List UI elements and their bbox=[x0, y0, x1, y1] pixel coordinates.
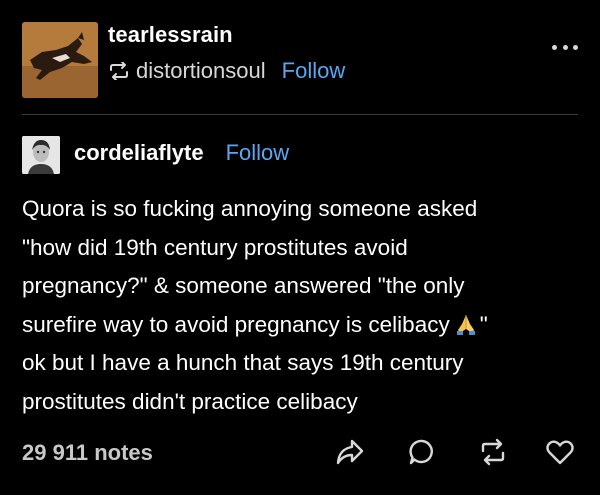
post-body-line: ok but I have a hunch that says 19th cen… bbox=[22, 350, 464, 375]
share-button[interactable] bbox=[330, 432, 370, 472]
author-name[interactable]: cordeliaflyte bbox=[74, 140, 204, 166]
reblog-source-name[interactable]: distortionsoul bbox=[136, 58, 266, 84]
post-body-line: Quora is so fucking annoying someone ask… bbox=[22, 196, 478, 221]
reply-button[interactable] bbox=[402, 432, 442, 472]
tumblr-post: tearlessrain distortionsoul Follow corde… bbox=[0, 0, 600, 495]
post-body-line: surefire way to avoid pregnancy is celib… bbox=[22, 311, 450, 337]
more-dots-icon bbox=[573, 44, 578, 50]
more-dots-icon bbox=[562, 44, 568, 50]
like-button[interactable] bbox=[540, 432, 580, 472]
post-body-line-4: surefire way to avoid pregnancy is celib… bbox=[22, 306, 582, 345]
reblog-source-line: distortionsoul Follow bbox=[108, 58, 345, 84]
closing-quote: " bbox=[479, 311, 488, 337]
notes-count[interactable]: 29 911 notes bbox=[22, 440, 153, 466]
reblog-small-icon bbox=[110, 62, 128, 80]
reblog-icon bbox=[481, 438, 505, 466]
follow-button-header[interactable]: Follow bbox=[282, 58, 346, 84]
more-dots-icon bbox=[552, 44, 557, 50]
share-icon bbox=[336, 439, 364, 465]
more-options-button[interactable] bbox=[552, 42, 578, 52]
follow-button-author[interactable]: Follow bbox=[226, 140, 290, 166]
post-body-line: pregnancy?" & someone answered "the only bbox=[22, 273, 465, 298]
post-body: Quora is so fucking annoying someone ask… bbox=[22, 190, 582, 421]
blog-name[interactable]: tearlessrain bbox=[108, 22, 233, 48]
reblog-button[interactable] bbox=[473, 432, 513, 472]
post-body-line: prostitutes didn't practice celibacy bbox=[22, 388, 358, 414]
reply-icon bbox=[409, 439, 433, 465]
author-avatar[interactable] bbox=[22, 136, 60, 174]
portrait-avatar bbox=[22, 136, 60, 174]
post-body-line: "how did 19th century prostitutes avoid bbox=[22, 234, 408, 260]
wolf-illustration-avatar bbox=[22, 22, 98, 98]
like-icon bbox=[546, 440, 574, 465]
divider bbox=[22, 114, 578, 115]
inner-post-author: cordeliaflyte Follow bbox=[74, 140, 289, 166]
folded-hands-emoji-icon bbox=[456, 314, 475, 335]
blog-avatar[interactable] bbox=[22, 22, 98, 98]
